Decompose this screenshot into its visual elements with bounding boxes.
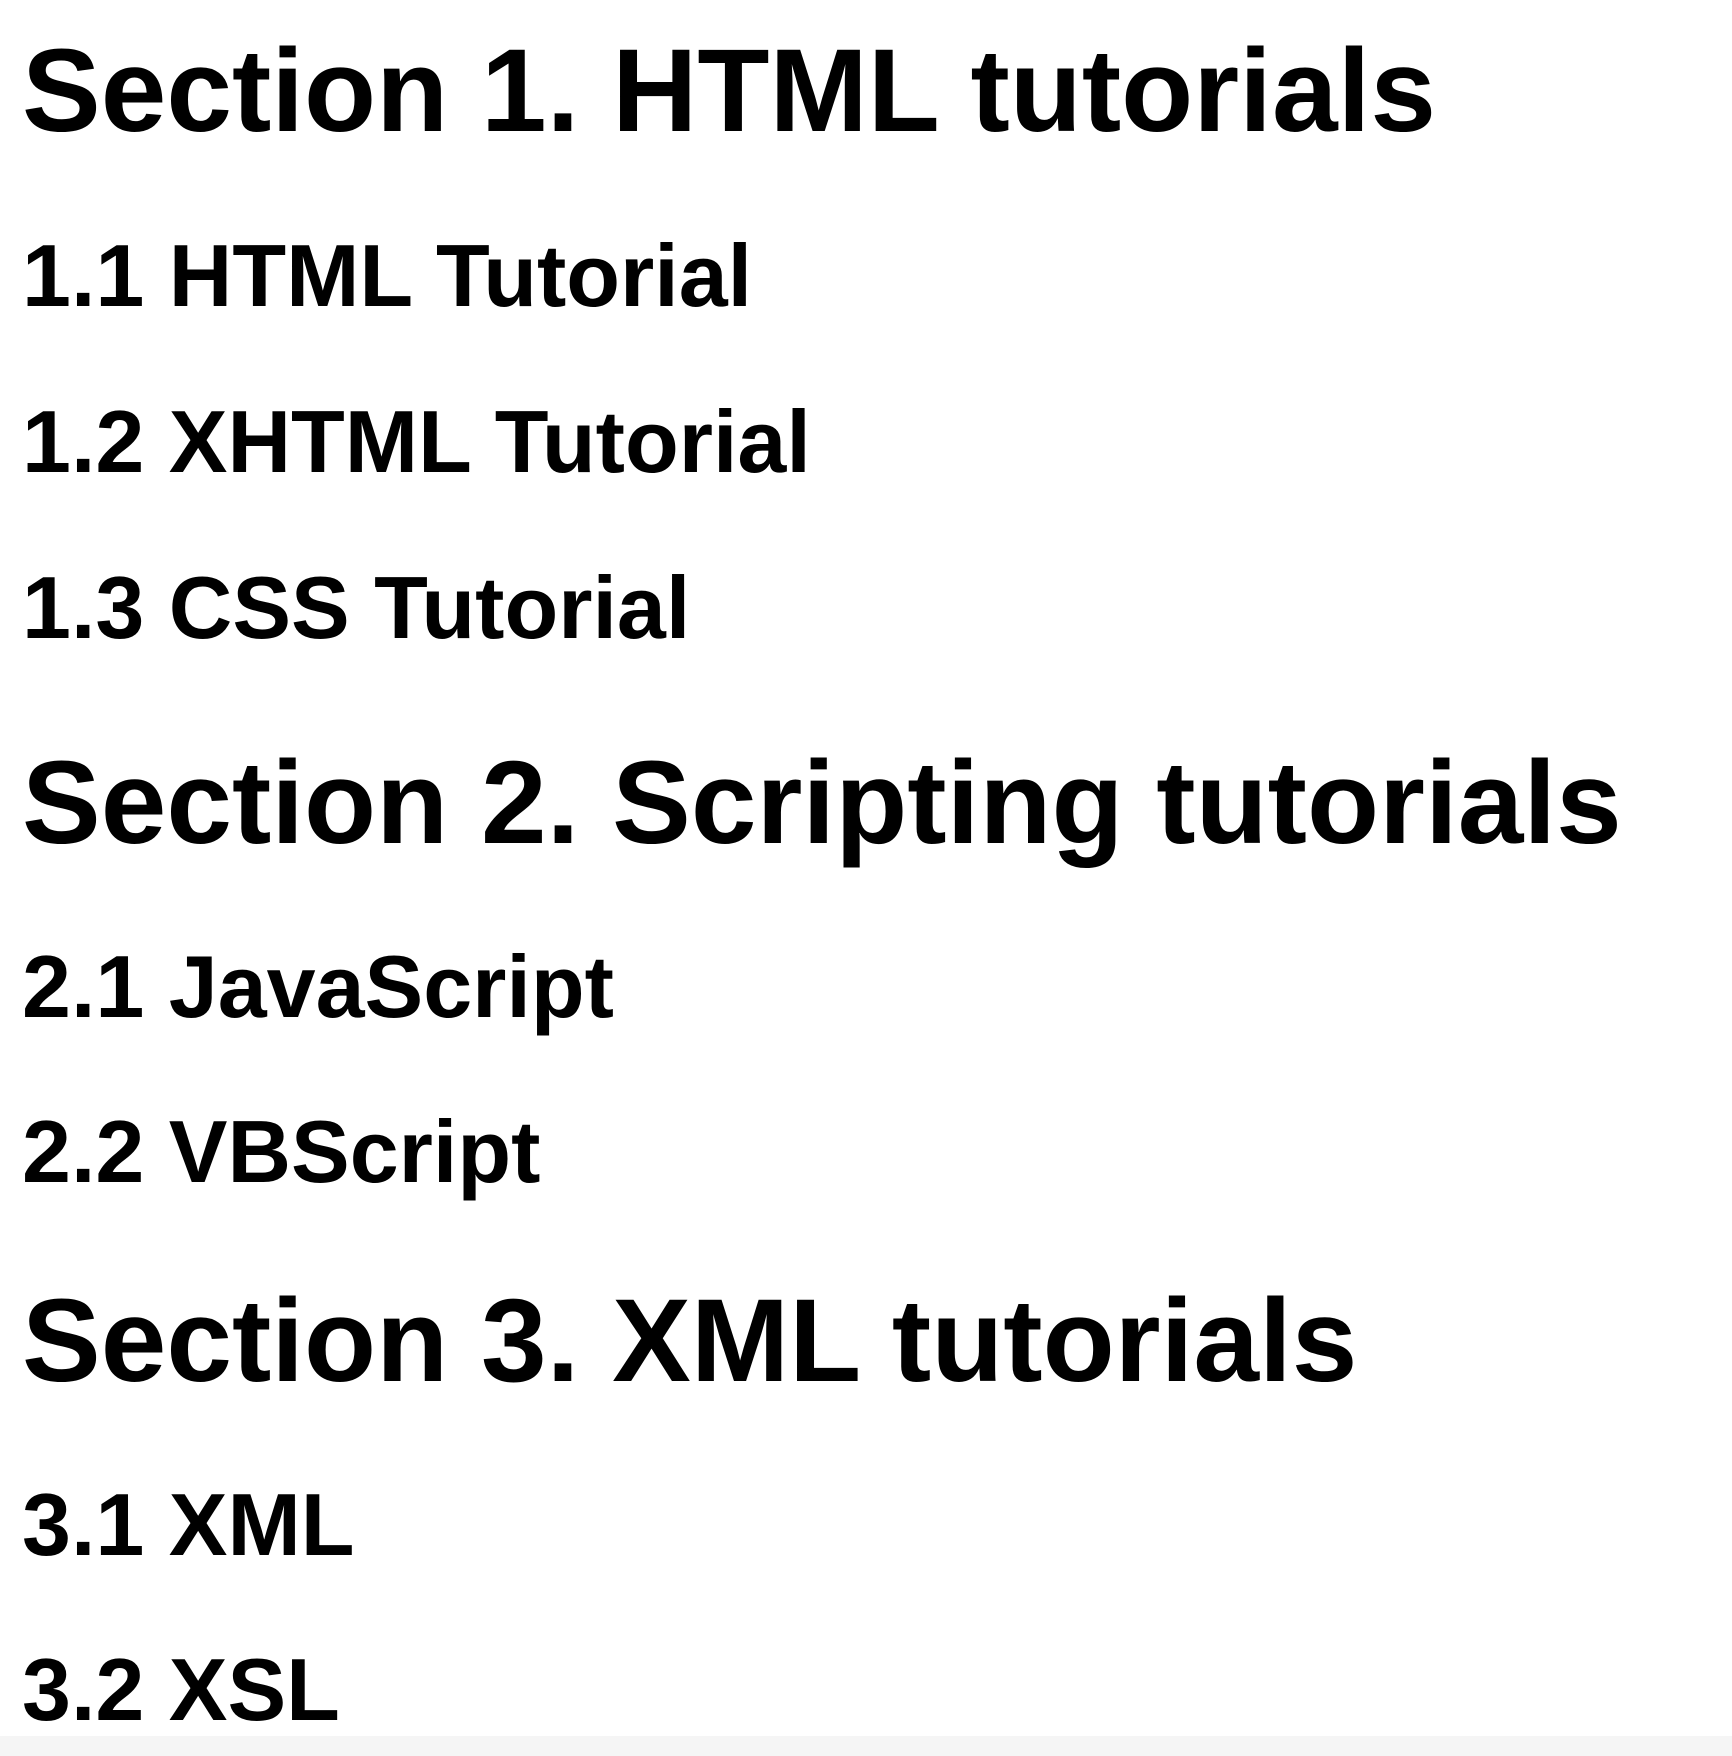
- sub-heading: 1.3 CSS Tutorial: [22, 558, 691, 657]
- sub-heading: 1.2 XHTML Tutorial: [22, 392, 811, 491]
- section-heading: Section 1. HTML tutorials: [22, 25, 1436, 157]
- sub-heading: 2.1 JavaScript: [22, 937, 614, 1036]
- section-heading: Section 3. XML tutorials: [22, 1275, 1358, 1407]
- sub-heading: 3.1 XML: [22, 1475, 355, 1574]
- sub-heading: 3.2 XSL: [22, 1640, 340, 1739]
- sub-heading: 2.2 VBScript: [22, 1102, 541, 1201]
- sub-heading: 1.1 HTML Tutorial: [22, 226, 753, 325]
- bottom-edge-strip: [0, 1736, 1732, 1756]
- section-heading: Section 2. Scripting tutorials: [22, 737, 1622, 869]
- page: Section 1. HTML tutorials 1.1 HTML Tutor…: [0, 0, 1732, 1756]
